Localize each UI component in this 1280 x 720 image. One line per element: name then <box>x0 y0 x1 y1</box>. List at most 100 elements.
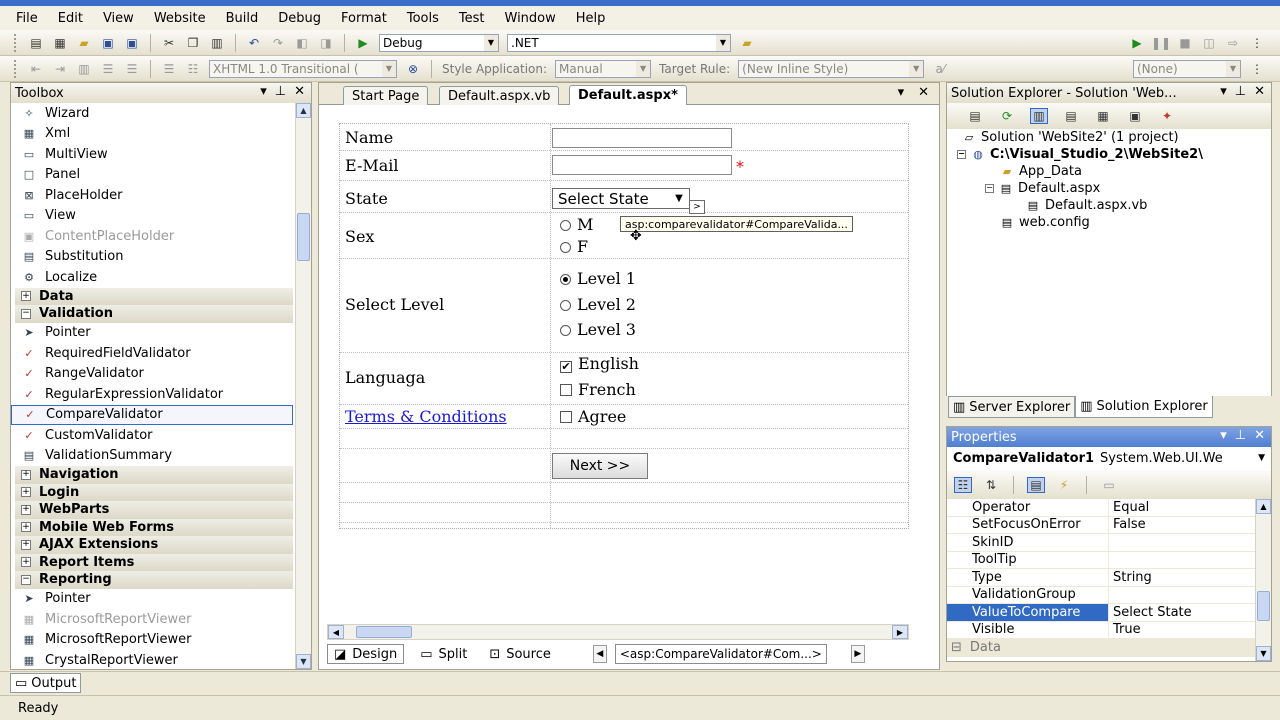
dropdown-arrow-icon[interactable]: ▾ <box>1220 84 1227 99</box>
outdent-icon[interactable]: ⇥ <box>51 61 69 77</box>
menu-view[interactable]: View <box>103 11 134 26</box>
property-value[interactable]: String <box>1109 569 1255 586</box>
split-view-button[interactable]: ▭ Split <box>414 644 473 664</box>
cut-icon[interactable]: ✂ <box>160 35 178 51</box>
tree-node-app-data[interactable]: ▰ App_Data <box>999 163 1082 179</box>
tab-default-aspx-vb[interactable]: Default.aspx.vb <box>439 86 560 105</box>
toolbox-item-localize[interactable]: ⚙ Localize <box>11 267 297 288</box>
tree-node-solution[interactable]: ▱ Solution 'WebSite2' (1 project) <box>961 129 1179 145</box>
toolbox-category-login[interactable]: + Login <box>15 483 293 501</box>
tab-server-explorer[interactable]: ▥ Server Explorer <box>948 396 1076 418</box>
toolbox-category-data[interactable]: + Data <box>15 287 293 305</box>
tree-node-web-config[interactable]: ▤ web.config <box>999 214 1090 230</box>
scroll-down-icon[interactable]: ▼ <box>1256 646 1271 661</box>
property-row[interactable]: ToolTip <box>947 551 1255 569</box>
toolbox-item-validationsummary[interactable]: ▤ ValidationSummary <box>11 446 297 467</box>
property-row[interactable]: SkinID <box>947 534 1255 552</box>
toolbox-item-placeholder[interactable]: ⊠ PlaceHolder <box>11 185 297 206</box>
sex-option-f[interactable]: F <box>560 237 588 256</box>
platform-select[interactable]: .NET ▼ <box>507 33 731 52</box>
name-textbox[interactable] <box>552 128 732 148</box>
view-designer-icon[interactable]: ▦ <box>1094 108 1112 124</box>
toolbox-item-comparevalidator[interactable]: ✓ CompareValidator <box>11 404 293 425</box>
close-icon[interactable]: ✕ <box>294 84 305 99</box>
level-option-2[interactable]: Level 2 <box>560 295 636 314</box>
configuration-select[interactable]: Debug ▼ <box>379 33 499 52</box>
property-row[interactable]: Visible True <box>947 621 1255 639</box>
expand-icon[interactable]: + <box>21 522 31 533</box>
toolbox-scrollbar[interactable]: ▲ ▼ <box>295 103 311 669</box>
navigate-forward-icon[interactable]: ◨ <box>317 35 335 51</box>
level-option-1[interactable]: Level 1 <box>560 269 636 288</box>
collapse-icon[interactable]: − <box>957 149 966 159</box>
scroll-up-icon[interactable]: ▲ <box>296 103 311 118</box>
state-dropdown[interactable]: Select State ▼ <box>552 188 690 209</box>
property-row[interactable]: SetFocusOnError False <box>947 516 1255 534</box>
scroll-down-icon[interactable]: ▼ <box>296 654 311 669</box>
save-all-icon[interactable]: ▣ <box>123 35 141 51</box>
menu-file[interactable]: File <box>16 11 38 26</box>
tag-nav-left-icon[interactable]: ◀ <box>592 645 607 663</box>
find-in-files-icon[interactable]: ▰ <box>738 35 756 51</box>
menu-edit[interactable]: Edit <box>58 11 83 26</box>
menu-test[interactable]: Test <box>459 11 485 26</box>
close-document-icon[interactable]: ✕ <box>918 85 929 100</box>
tab-start-page[interactable]: Start Page <box>343 86 429 105</box>
toolbar-overflow-icon[interactable]: ⋮ <box>1248 61 1266 77</box>
pause-icon[interactable]: ❚❚ <box>1151 35 1171 51</box>
navigate-back-icon[interactable]: ◧ <box>293 35 311 51</box>
tag-breadcrumb[interactable]: <asp:CompareValidator#Com...> <box>614 644 827 664</box>
collapse-icon[interactable]: ⊟ <box>951 640 962 655</box>
new-project-icon[interactable]: ▤ <box>27 35 45 51</box>
toolbar-grip[interactable] <box>14 59 18 78</box>
property-value[interactable]: Select State <box>1109 604 1255 621</box>
comment-icon[interactable]: ▥ <box>75 61 93 77</box>
pin-icon[interactable]: ⊥ <box>275 84 286 99</box>
property-value[interactable]: False <box>1109 517 1255 534</box>
add-item-icon[interactable]: ▦ <box>51 35 69 51</box>
property-value[interactable] <box>1109 552 1255 569</box>
apply-style-icon[interactable]: a⁄ <box>931 61 949 77</box>
menu-debug[interactable]: Debug <box>278 11 321 26</box>
toolbox-category-mobile-web-forms[interactable]: + Mobile Web Forms <box>15 518 293 536</box>
property-row[interactable]: ValidationGroup <box>947 586 1255 604</box>
expand-icon[interactable]: + <box>21 291 31 302</box>
redo-icon[interactable]: ↷ <box>269 35 287 51</box>
tab-list-icon[interactable]: ▾ <box>898 85 905 100</box>
tree-node-project[interactable]: − ◍ C:\Visual_Studio_2\WebSite2\ <box>957 146 1203 162</box>
toolbox-category-reporting[interactable]: − Reporting <box>15 571 293 589</box>
properties-icon[interactable]: ▤ <box>966 108 984 124</box>
toolbox-category-validation[interactable]: − Validation <box>15 305 293 323</box>
property-value[interactable]: True <box>1109 622 1255 639</box>
expand-icon[interactable]: + <box>21 557 31 568</box>
pin-icon[interactable]: ⊥ <box>1235 428 1246 443</box>
agree-checkbox[interactable]: Agree <box>560 407 626 426</box>
terms-link[interactable]: Terms & Conditions <box>345 407 507 426</box>
menu-format[interactable]: Format <box>341 11 387 26</box>
scroll-up-icon[interactable]: ▲ <box>1256 499 1271 514</box>
menu-help[interactable]: Help <box>576 11 606 26</box>
dropdown-arrow-icon[interactable]: ▾ <box>1220 428 1227 443</box>
collapse-icon[interactable]: − <box>21 308 31 319</box>
toolbox-item-microsoftreportviewer[interactable]: ▦ MicrosoftReportViewer <box>11 609 297 630</box>
copy-website-icon[interactable]: ▣ <box>1126 108 1144 124</box>
dropdown-arrow-icon[interactable]: ▾ <box>260 84 267 99</box>
tag-nav-right-icon[interactable]: ▶ <box>850 645 865 663</box>
toolbox-item-requiredfieldvalidator[interactable]: ✓ RequiredFieldValidator <box>11 343 297 364</box>
property-row[interactable]: Operator Equal <box>947 499 1255 517</box>
target-rule-select[interactable]: (New Inline Style) ▼ <box>738 59 925 78</box>
format-icon[interactable]: ☷ <box>184 61 202 77</box>
align-icon[interactable]: ☰ <box>123 61 141 77</box>
scroll-right-icon[interactable]: ▶ <box>892 625 908 639</box>
restart-icon[interactable]: ◫ <box>1200 35 1218 51</box>
property-row[interactable]: Type String <box>947 569 1255 587</box>
open-file-icon[interactable]: ▰ <box>75 35 93 51</box>
menu-window[interactable]: Window <box>505 11 556 26</box>
toolbar-grip[interactable] <box>14 33 18 52</box>
toolbox-item-rangevalidator[interactable]: ✓ RangeValidator <box>11 364 297 385</box>
toolbox-item-multiview[interactable]: ▭ MultiView <box>11 144 297 165</box>
property-value[interactable] <box>1109 534 1255 551</box>
toolbox-item-regularexpressionvalidator[interactable]: ✓ RegularExpressionValidator <box>11 384 297 405</box>
undo-icon[interactable]: ↶ <box>245 35 263 51</box>
close-icon[interactable]: ✕ <box>1254 84 1265 99</box>
